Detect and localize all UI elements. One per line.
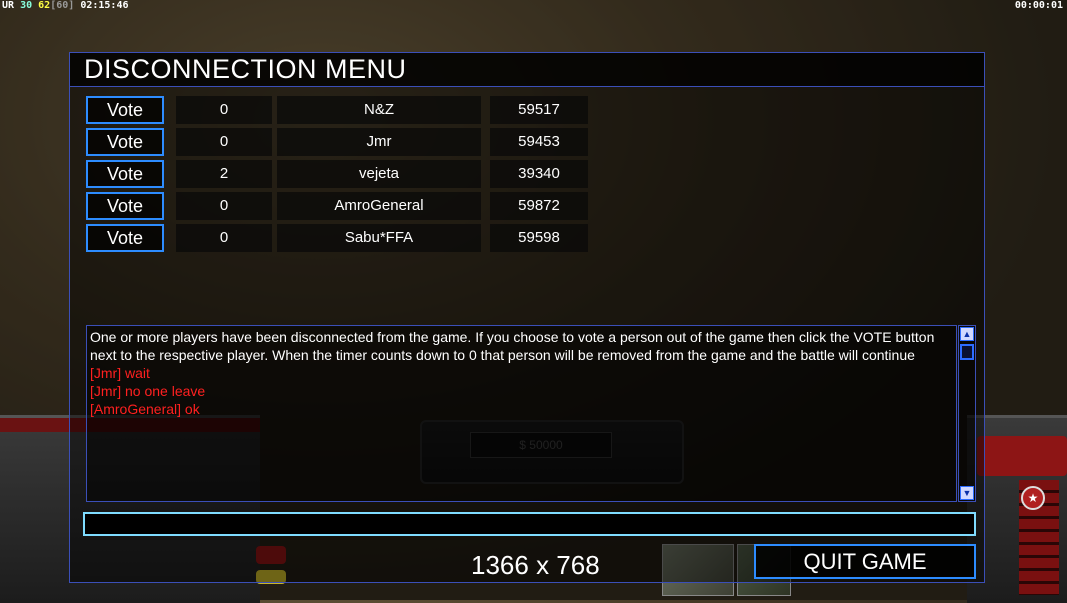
vote-count: 0 (176, 96, 272, 124)
scroll-thumb[interactable] (960, 344, 974, 360)
scroll-down-arrow-icon[interactable]: ▼ (960, 486, 974, 500)
vote-button[interactable]: Vote (86, 96, 164, 124)
quit-game-button[interactable]: QUIT GAME (754, 544, 976, 579)
player-name: AmroGeneral (277, 192, 481, 220)
star-icon: ★ (1021, 486, 1045, 510)
chat-input[interactable] (83, 512, 976, 536)
vote-button[interactable]: Vote (86, 128, 164, 156)
chat-message: [AmroGeneral] ok (90, 401, 200, 417)
player-timer: 39340 (490, 160, 588, 188)
player-timer: 59517 (490, 96, 588, 124)
player-name: N&Z (277, 96, 481, 124)
player-name: vejeta (277, 160, 481, 188)
dialog-title: DISCONNECTION MENU (84, 54, 407, 84)
vote-count: 2 (176, 160, 272, 188)
player-name: Jmr (277, 128, 481, 156)
latency-value: 62 (38, 0, 51, 11)
player-row: Vote 0 Jmr 59453 (86, 128, 596, 157)
chat-log[interactable]: One or more players have been disconnect… (86, 325, 957, 502)
scroll-up-arrow-icon[interactable]: ▲ (960, 327, 974, 341)
player-name: Sabu*FFA (277, 224, 481, 252)
fps-counter: UR 30 62[60] 02:15:46 (2, 0, 129, 11)
vote-count: 0 (176, 224, 272, 252)
vote-button[interactable]: Vote (86, 160, 164, 188)
chat-text: One or more players have been disconnect… (90, 328, 950, 418)
resolution-label: 1366 x 768 (471, 550, 600, 580)
hud-prefix: UR (2, 0, 15, 11)
vote-count: 0 (176, 128, 272, 156)
player-row: Vote 0 N&Z 59517 (86, 96, 596, 125)
chat-message: [Jmr] wait (90, 365, 150, 381)
dialog-title-bar: DISCONNECTION MENU (70, 53, 984, 87)
player-timer: 59453 (490, 128, 588, 156)
player-timer: 59872 (490, 192, 588, 220)
frame-value: [60] (50, 0, 75, 11)
chat-message: [Jmr] no one leave (90, 383, 206, 399)
game-time: 02:15:46 (80, 0, 129, 11)
player-row: Vote 0 Sabu*FFA 59598 (86, 224, 596, 253)
player-row: Vote 0 AmroGeneral 59872 (86, 192, 596, 221)
system-message: One or more players have been disconnect… (90, 329, 935, 363)
vote-count: 0 (176, 192, 272, 220)
vote-button[interactable]: Vote (86, 224, 164, 252)
vote-button[interactable]: Vote (86, 192, 164, 220)
player-timer: 59598 (490, 224, 588, 252)
disconnection-dialog: DISCONNECTION MENU Vote 0 N&Z 59517 Vote… (69, 52, 985, 583)
player-row: Vote 2 vejeta 39340 (86, 160, 596, 189)
chat-scrollbar[interactable]: ▲ ▼ (958, 325, 976, 502)
fps-value: 30 (20, 0, 33, 11)
timer: 00:00:01 (1014, 0, 1063, 11)
